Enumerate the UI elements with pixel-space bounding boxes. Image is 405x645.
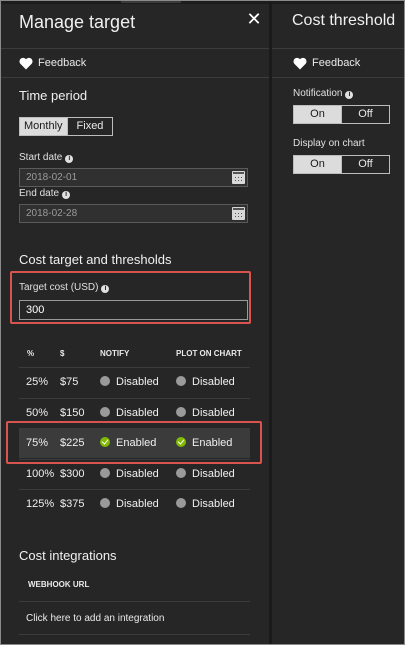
circle-icon [100,467,110,478]
calendar-icon[interactable] [232,171,245,184]
cost-threshold-blade: Cost threshold Feedback Notification i On… [272,4,404,644]
close-icon[interactable]: ✕ [245,10,263,28]
status-label: Disabled [116,406,159,419]
circle-icon [100,376,110,386]
status-label: Disabled [192,467,235,480]
option-monthly[interactable]: Monthly [20,118,68,135]
cell-percent: 125% [26,498,55,510]
notification-on[interactable]: On [294,106,341,123]
cell-amount: $150 [60,406,85,419]
col-header-amount: $ [60,349,65,358]
table-row[interactable]: 125% $375 Disabled Disabled [19,489,250,519]
notify-status[interactable]: Disabled [100,406,159,419]
cell-percent: 25% [26,376,49,388]
end-date-input[interactable]: 2018-02-28 [19,204,248,223]
display-on-chart-label: Display on chart [293,138,365,149]
feedback-button[interactable]: Feedback [312,57,360,69]
blade-title: Cost threshold [292,12,396,29]
info-icon[interactable]: i [345,91,354,99]
col-header-plot: PLOT ON CHART [176,349,242,358]
display-on[interactable]: On [294,156,341,173]
enabled-row-highlight [6,421,262,464]
add-integration-row[interactable]: Click here to add an integration [19,601,250,635]
plot-status[interactable]: Disabled [176,406,235,419]
circle-icon [176,467,186,478]
notification-off[interactable]: Off [341,106,389,123]
circle-icon [100,406,110,417]
notify-status[interactable]: Disabled [100,467,159,480]
notification-toggle: On Off [293,105,390,124]
start-date-input[interactable]: 2018-02-01 [19,168,248,187]
end-date-label: End date i [19,188,71,199]
info-icon[interactable]: i [62,191,71,199]
add-integration-link[interactable]: Click here to add an integration [26,613,164,624]
info-icon[interactable]: i [65,155,74,163]
cell-amount: $75 [60,376,79,388]
manage-target-blade: Manage target ✕ Feedback Time period Mon… [1,4,269,644]
status-label: Disabled [116,467,159,480]
col-header-percent: % [27,349,35,358]
time-period-heading: Time period [19,88,88,103]
heart-icon [293,57,307,70]
time-period-selector: Monthly Fixed [19,117,114,136]
status-label: Disabled [192,376,235,388]
cost-target-heading: Cost target and thresholds [19,252,172,267]
cost-integrations-heading: Cost integrations [19,548,117,563]
heart-icon [19,57,33,70]
status-label: Disabled [116,498,159,510]
status-label: Disabled [192,406,235,419]
option-fixed[interactable]: Fixed [68,118,113,135]
display-off[interactable]: Off [341,156,389,173]
blade-title: Manage target [19,12,136,32]
target-cost-highlight [10,271,251,324]
cell-amount: $375 [60,498,85,510]
circle-icon [100,498,110,508]
feedback-command-bar: Feedback [1,48,269,78]
col-header-notify: NOTIFY [100,349,130,358]
notify-status[interactable]: Disabled [100,498,159,510]
plot-status[interactable]: Disabled [176,498,235,510]
plot-status[interactable]: Disabled [176,467,235,480]
notify-status[interactable]: Disabled [100,376,159,388]
status-label: Disabled [192,498,235,510]
feedback-command-bar: Feedback [272,48,404,78]
cell-amount: $300 [60,467,85,480]
cell-percent: 100% [26,467,55,480]
circle-icon [176,376,186,386]
notification-label: Notification i [293,88,354,99]
calendar-icon[interactable] [232,207,245,220]
start-date-label: Start date i [19,152,74,163]
circle-icon [176,406,186,417]
feedback-button[interactable]: Feedback [38,57,86,69]
plot-status[interactable]: Disabled [176,376,235,388]
webhook-url-header: WEBHOOK URL [28,580,90,589]
display-on-chart-toggle: On Off [293,155,390,174]
circle-icon [176,498,186,508]
cell-percent: 50% [26,406,49,419]
table-row[interactable]: 25% $75 Disabled Disabled [19,367,250,397]
status-label: Disabled [116,376,159,388]
